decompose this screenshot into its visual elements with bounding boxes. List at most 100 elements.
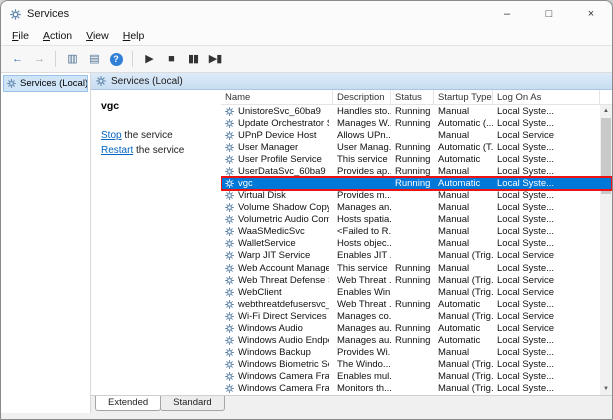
table-row[interactable]: WalletService Hosts objec... Manual Local S… bbox=[221, 238, 612, 250]
table-row[interactable]: Virtual Disk Provides m... Manual Local Sys… bbox=[221, 190, 612, 202]
service-logon-as: Local Syste... bbox=[497, 371, 555, 383]
table-row[interactable]: Windows Audio Endpoint B... Manages au...… bbox=[221, 334, 612, 346]
start-service-icon[interactable]: ▶ bbox=[139, 49, 159, 69]
service-startup-type: Manual bbox=[438, 214, 470, 226]
scroll-down-icon[interactable]: ▼ bbox=[600, 383, 612, 395]
service-logon-as: Local Service bbox=[497, 274, 555, 286]
column-header-description[interactable]: Description bbox=[333, 90, 391, 104]
service-name: Windows Camera Frame Se... bbox=[238, 383, 329, 395]
column-header-log-on-as[interactable]: Log On As bbox=[493, 90, 600, 104]
table-row[interactable]: UserDataSvc_60ba9 Provides ap... Running Ma… bbox=[221, 165, 612, 177]
service-description: Manages W... bbox=[337, 117, 391, 129]
table-row-selected[interactable]: vgc Running Automatic Local Syste... bbox=[221, 176, 612, 191]
table-row[interactable]: Wi-Fi Direct Services Conne... Manages co… bbox=[221, 310, 612, 322]
menu-item-file[interactable]: File bbox=[5, 28, 36, 44]
service-links: Stop the service Restart the service bbox=[101, 128, 211, 158]
table-row[interactable]: UPnP Device Host Allows UPn... Manual Local… bbox=[221, 129, 612, 141]
tab-standard[interactable]: Standard bbox=[160, 396, 225, 411]
export-list-icon[interactable]: ▤ bbox=[84, 49, 104, 69]
service-startup-type: Manual (Trig... bbox=[438, 310, 493, 322]
service-description: Provides m... bbox=[337, 190, 391, 202]
service-name: UserDataSvc_60ba9 bbox=[238, 165, 326, 177]
service-name: Volume Shadow Copy bbox=[238, 202, 329, 214]
service-gear-icon bbox=[225, 179, 234, 188]
service-logon-as: Local Service bbox=[497, 286, 555, 298]
restart-service-link[interactable]: Restart bbox=[101, 145, 133, 156]
service-name-cell: User Profile Service bbox=[221, 154, 333, 165]
maximize-button[interactable]: □ bbox=[528, 1, 570, 27]
restart-service-icon[interactable]: ▶▮ bbox=[205, 49, 225, 69]
table-row[interactable]: Windows Biometric Service The Windo... Man… bbox=[221, 359, 612, 371]
table-row[interactable]: webthreatdefusersvc_60ba9 Web Threat ... R… bbox=[221, 298, 612, 310]
service-name: Wi-Fi Direct Services Conne... bbox=[238, 310, 329, 322]
vertical-scrollbar[interactable]: ▲ ▼ bbox=[600, 105, 612, 395]
table-row[interactable]: Volume Shadow Copy Manages an... Manual Loc… bbox=[221, 202, 612, 214]
service-gear-icon bbox=[225, 324, 234, 333]
tree-item-services-local[interactable]: Services (Local) bbox=[3, 75, 88, 92]
service-name: Virtual Disk bbox=[238, 190, 286, 202]
service-description: Enables mul... bbox=[337, 371, 391, 383]
menu-item-action[interactable]: Action bbox=[36, 28, 79, 44]
service-startup-type: Automatic bbox=[438, 335, 481, 347]
service-name-cell: Web Account Manager bbox=[221, 263, 333, 274]
table-row[interactable]: Web Threat Defense Service Web Threat ...… bbox=[221, 274, 612, 286]
table-row[interactable]: Warp JIT Service Enables JIT ... Manual (T… bbox=[221, 250, 612, 262]
table-row[interactable]: Windows Audio Manages au... Running Automat… bbox=[221, 322, 612, 334]
service-gear-icon bbox=[225, 106, 234, 116]
service-name: User Manager bbox=[238, 141, 299, 153]
stop-service-link[interactable]: Stop bbox=[101, 130, 122, 141]
service-logon-as: Local Syste... bbox=[497, 202, 555, 214]
table-row[interactable]: WebClient Enables Win... Manual (Trig... Lo… bbox=[221, 286, 612, 298]
service-name: webthreatdefusersvc_60ba9 bbox=[238, 298, 329, 310]
service-logon-as: Local Syste... bbox=[497, 335, 555, 347]
service-logon-as: Local Syste... bbox=[497, 165, 555, 177]
service-description: Monitors th... bbox=[337, 383, 391, 395]
menu-item-view[interactable]: View bbox=[79, 28, 116, 44]
service-gear-icon bbox=[225, 142, 234, 152]
service-name-cell: Warp JIT Service bbox=[221, 250, 333, 261]
service-description: Manages au... bbox=[337, 322, 391, 334]
scroll-up-icon[interactable]: ▲ bbox=[600, 105, 612, 117]
column-header-name[interactable]: Name bbox=[221, 90, 333, 104]
table-row[interactable]: User Profile Service This service ... Runn… bbox=[221, 153, 612, 165]
table-row[interactable]: Windows Backup Provides Wi... Manual Local … bbox=[221, 347, 612, 359]
service-gear-icon bbox=[225, 251, 234, 261]
service-gear-icon bbox=[225, 215, 234, 225]
minimize-button[interactable]: – bbox=[486, 1, 528, 27]
table-row[interactable]: UnistoreSvc_60ba9 Handles sto... Running Ma… bbox=[221, 105, 612, 117]
service-name-cell: UnistoreSvc_60ba9 bbox=[221, 106, 333, 117]
table-row[interactable]: User Manager User Manag... Running Automati… bbox=[221, 141, 612, 153]
service-gear-icon bbox=[225, 348, 234, 357]
toolbar-separator bbox=[132, 51, 133, 67]
service-name-cell: UPnP Device Host bbox=[221, 130, 333, 141]
forward-icon[interactable]: → bbox=[29, 49, 49, 69]
table-row[interactable]: WaaSMedicSvc <Failed to R... Manual Local S… bbox=[221, 226, 612, 238]
column-header-startup-type[interactable]: Startup Type bbox=[434, 90, 493, 104]
service-name-cell: Web Threat Defense Service bbox=[221, 275, 333, 286]
back-icon[interactable]: ← bbox=[7, 49, 27, 69]
service-logon-as: Local Service bbox=[497, 310, 555, 322]
service-name: Windows Audio Endpoint B... bbox=[238, 335, 329, 347]
stop-service-icon[interactable]: ■ bbox=[161, 49, 181, 69]
close-button[interactable]: × bbox=[570, 1, 612, 27]
table-row[interactable]: Update Orchestrator Service Manages W... R… bbox=[221, 117, 612, 129]
column-header-status[interactable]: Status bbox=[391, 90, 434, 104]
window-footer bbox=[1, 413, 612, 419]
help-icon[interactable]: ? bbox=[106, 49, 126, 69]
service-description: Allows UPn... bbox=[337, 129, 391, 141]
service-logon-as: Local Syste... bbox=[497, 214, 555, 226]
table-row[interactable]: Web Account Manager This service ... Runni… bbox=[221, 262, 612, 274]
service-name-cell: WalletService bbox=[221, 238, 333, 249]
service-description: Provides Wi... bbox=[337, 347, 391, 359]
menu-item-help[interactable]: Help bbox=[116, 28, 152, 44]
service-startup-type: Manual (Trig... bbox=[438, 286, 493, 298]
show-console-tree-icon[interactable]: ▥ bbox=[62, 49, 82, 69]
service-logon-as: Local Syste... bbox=[497, 178, 555, 189]
table-row[interactable]: Volumetric Audio Composit... Hosts spatia… bbox=[221, 214, 612, 226]
tab-extended[interactable]: Extended bbox=[95, 396, 162, 411]
service-name: Windows Biometric Service bbox=[238, 359, 329, 371]
pause-service-icon[interactable]: ▮▮ bbox=[183, 49, 203, 69]
link-suffix: the service bbox=[133, 145, 185, 156]
table-row[interactable]: Windows Camera Frame Se... Monitors th...… bbox=[221, 383, 612, 395]
table-row[interactable]: Windows Camera Frame Se... Enables mul...… bbox=[221, 371, 612, 383]
